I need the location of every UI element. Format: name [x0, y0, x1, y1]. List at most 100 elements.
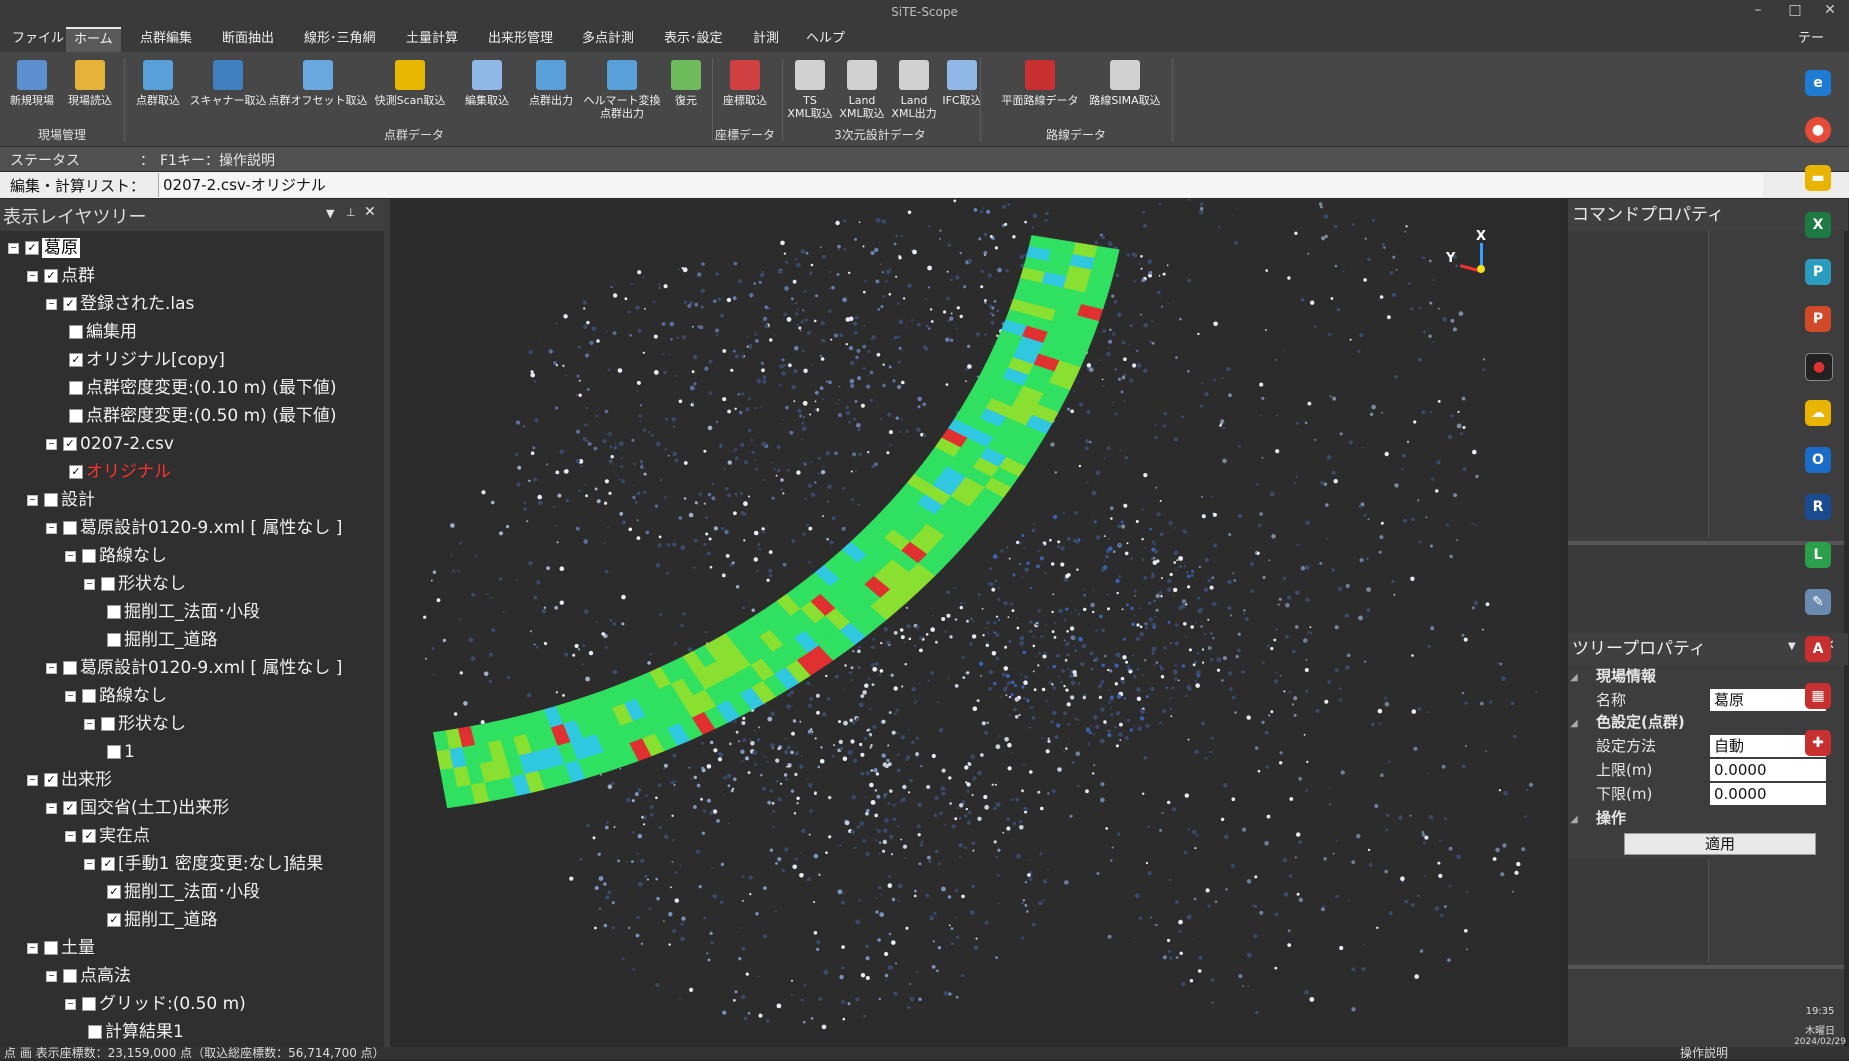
tree-item[interactable]: 点群密度変更:(0.50 m) (最下値) [65, 403, 336, 429]
tree-item[interactable]: − ✓ 登録された.las [46, 291, 194, 317]
maximize-button[interactable]: □ [1779, 2, 1811, 24]
ribbon-button-17[interactable]: 路線SIMA取込 [1080, 60, 1170, 107]
minimize-button[interactable]: – [1742, 2, 1774, 24]
collapse-toggle-icon[interactable]: − [84, 578, 95, 590]
collapse-toggle-icon[interactable]: − [46, 970, 57, 982]
ribbon-button-16[interactable]: 平面路線データ [995, 60, 1085, 107]
collapse-icon[interactable]: ◢ [1570, 667, 1578, 689]
tool-icon[interactable]: ✎ [1805, 589, 1831, 615]
collapse-toggle-icon[interactable]: − [84, 718, 95, 730]
collapse-toggle-icon[interactable]: − [27, 942, 38, 954]
collapse-toggle-icon[interactable]: − [27, 270, 38, 282]
point-cloud-viewport[interactable]: X Y [390, 199, 1562, 1047]
line-icon[interactable]: L [1805, 542, 1831, 568]
tree-item[interactable]: − 葛原設計0120-9.xml [ 属性なし ] [46, 515, 342, 541]
menu-help[interactable]: ヘルプ [798, 29, 853, 49]
tree-item[interactable]: − 設計 [27, 487, 95, 513]
visibility-checkbox[interactable] [107, 605, 121, 619]
tree-item[interactable]: − ✓ [手動1 密度変更:なし]結果 [84, 851, 323, 877]
tree-item[interactable]: ✓ 掘削工_法面･小段 [103, 879, 260, 905]
ribbon-button-7[interactable]: 編集取込 [457, 60, 517, 107]
visibility-checkbox[interactable]: ✓ [69, 353, 83, 367]
menu-theme[interactable]: テー [1790, 29, 1832, 49]
ribbon-button-9[interactable]: ヘルマート変換 点群出力 [577, 60, 667, 120]
visibility-checkbox[interactable] [82, 549, 96, 563]
ribbon-button-6[interactable]: 快測Scan取込 [372, 60, 448, 107]
menu-as-built[interactable]: 出来形管理 [480, 29, 561, 49]
collapse-toggle-icon[interactable]: − [46, 802, 57, 814]
outlook-icon[interactable]: O [1805, 447, 1831, 473]
visibility-checkbox[interactable]: ✓ [107, 913, 121, 927]
tree-item[interactable]: ✓ 掘削工_道路 [103, 907, 218, 933]
tree-item[interactable]: − ✓ 点群 [27, 263, 95, 289]
tree-item[interactable]: 計算結果1 [84, 1019, 184, 1045]
visibility-checkbox[interactable]: ✓ [63, 801, 77, 815]
collapse-toggle-icon[interactable]: − [46, 662, 57, 674]
visibility-checkbox[interactable]: ✓ [82, 829, 96, 843]
tree-item[interactable]: 1 [103, 739, 135, 765]
tree-item[interactable]: − ✓ 実在点 [65, 823, 150, 849]
tree-item[interactable]: − ✓ 国交省(土工)出来形 [46, 795, 229, 821]
pin-icon[interactable]: ⊥ [346, 206, 356, 219]
ribbon-button-10[interactable]: 復元 [666, 60, 706, 107]
ribbon-button-13[interactable]: Land XML取込 [836, 60, 888, 120]
ribbon-button-3[interactable]: 点群取込 [128, 60, 188, 107]
ribbon-button-1[interactable]: 新規現場 [4, 60, 60, 107]
ribbon-button-12[interactable]: TS XML取込 [785, 60, 835, 120]
menu-point-edit[interactable]: 点群編集 [132, 29, 200, 49]
visibility-checkbox[interactable]: ✓ [107, 885, 121, 899]
visibility-checkbox[interactable] [63, 661, 77, 675]
tree-item[interactable]: ✓ オリジナル[copy] [65, 347, 225, 373]
ribbon-button-5[interactable]: 点群オフセット取込 [268, 60, 368, 107]
app-icon[interactable]: P [1805, 259, 1831, 285]
collapse-toggle-icon[interactable]: − [65, 550, 76, 562]
tree-item[interactable]: − 葛原設計0120-9.xml [ 属性なし ] [46, 655, 342, 681]
menu-alignment-tin[interactable]: 線形･三角網 [296, 29, 384, 49]
collapse-toggle-icon[interactable]: − [27, 494, 38, 506]
visibility-checkbox[interactable] [63, 521, 77, 535]
collapse-toggle-icon[interactable]: − [27, 774, 38, 786]
apply-button[interactable]: 適用 [1624, 833, 1816, 855]
record-icon[interactable]: ● [1805, 353, 1833, 381]
tree-item[interactable]: − 点高法 [46, 963, 131, 989]
powerpoint-icon[interactable]: P [1805, 306, 1831, 332]
tree-item[interactable]: − ✓ 0207-2.csv [46, 431, 174, 457]
visibility-checkbox[interactable] [101, 717, 115, 731]
tree-item[interactable]: 編集用 [65, 319, 137, 345]
tree-item[interactable]: − グリッド:(0.50 m) [65, 991, 246, 1017]
close-button[interactable]: ✕ [1814, 2, 1846, 24]
menu-earthwork[interactable]: 土量計算 [398, 29, 466, 49]
visibility-checkbox[interactable] [63, 969, 77, 983]
visibility-checkbox[interactable] [69, 409, 83, 423]
collapse-toggle-icon[interactable]: − [8, 242, 19, 254]
ribbon-button-8[interactable]: 点群出力 [523, 60, 579, 107]
tree-item[interactable]: ✓ オリジナル [65, 459, 171, 485]
menu-view-settings[interactable]: 表示･設定 [656, 29, 731, 49]
visibility-checkbox[interactable]: ✓ [69, 465, 83, 479]
dropdown-icon[interactable]: ▼ [326, 207, 334, 220]
menu-measure[interactable]: 計測 [745, 29, 787, 49]
visibility-checkbox[interactable] [69, 325, 83, 339]
visibility-checkbox[interactable] [101, 577, 115, 591]
visibility-checkbox[interactable] [69, 381, 83, 395]
tree-item[interactable]: − ✓ 葛原 [8, 235, 80, 261]
edit-list-select[interactable]: 0207-2.csv-オリジナル [158, 173, 1763, 197]
visibility-checkbox[interactable]: ✓ [44, 773, 58, 787]
collapse-icon[interactable]: ◢ [1570, 809, 1578, 831]
visibility-checkbox[interactable]: ✓ [44, 269, 58, 283]
cloud-icon[interactable]: ☁ [1805, 400, 1831, 426]
r-app-icon[interactable]: R [1805, 494, 1831, 520]
pdf-icon[interactable]: A [1805, 636, 1831, 662]
tree-item[interactable]: 掘削工_道路 [103, 627, 218, 653]
visibility-checkbox[interactable]: ✓ [63, 437, 77, 451]
visibility-checkbox[interactable] [44, 493, 58, 507]
menu-multipoint[interactable]: 多点計測 [574, 29, 642, 49]
tree-item[interactable]: − ✓ 出来形 [27, 767, 112, 793]
visibility-checkbox[interactable]: ✓ [101, 857, 115, 871]
tree-item[interactable]: − 形状なし [84, 571, 186, 597]
tree-item[interactable]: − 土量 [27, 935, 95, 961]
map-icon[interactable]: ▦ [1805, 683, 1831, 709]
ribbon-button-2[interactable]: 現場読込 [62, 60, 118, 107]
collapse-toggle-icon[interactable]: − [46, 438, 57, 450]
collapse-toggle-icon[interactable]: − [65, 830, 76, 842]
